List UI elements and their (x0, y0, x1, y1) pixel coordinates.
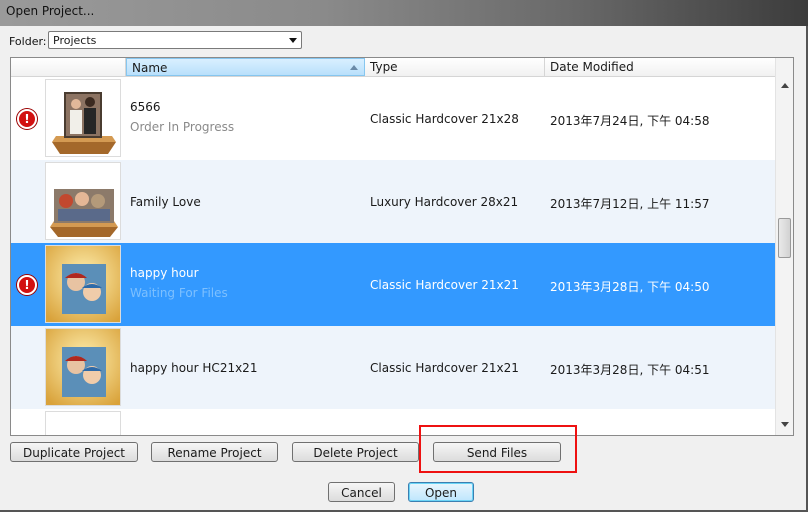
window-title: Open Project... (6, 4, 95, 18)
list-header: Name Type Date Modified (11, 58, 777, 77)
column-type-label: Type (370, 60, 398, 74)
sort-ascending-icon (350, 65, 358, 70)
project-type: Classic Hardcover 21x21 (370, 278, 519, 292)
project-type: Classic Hardcover 21x28 (370, 112, 519, 126)
project-name: 6566 (130, 100, 161, 114)
vertical-scrollbar[interactable] (775, 58, 793, 435)
project-name: Family Love (130, 195, 201, 209)
open-button[interactable]: Open (408, 482, 474, 502)
table-row[interactable]: ! 6566 Order In Progress Classic Hardcov… (11, 77, 777, 160)
project-date: 2013年3月28日, 下午 04:50 (550, 280, 710, 294)
table-row-selected[interactable]: ! happy hour Waiting For Files Classic H… (11, 243, 777, 326)
column-type[interactable]: Type (365, 58, 545, 76)
column-name-label: Name (132, 61, 168, 75)
table-row[interactable] (11, 409, 777, 435)
project-status: Order In Progress (130, 120, 235, 134)
project-thumbnail (45, 245, 121, 323)
project-date: 2013年7月24日, 下午 04:58 (550, 114, 710, 128)
delete-project-button[interactable]: Delete Project (292, 442, 419, 462)
project-name: happy hour (130, 266, 199, 280)
column-date[interactable]: Date Modified (545, 58, 777, 76)
project-list[interactable]: Name Type Date Modified ! 6566 Order In … (10, 57, 794, 436)
project-thumbnail (45, 411, 121, 435)
table-row[interactable]: happy hour HC21x21 Classic Hardcover 21x… (11, 326, 777, 409)
scroll-thumb[interactable] (778, 218, 791, 258)
table-row[interactable]: Family Love Luxury Hardcover 28x21 2013年… (11, 160, 777, 243)
folder-label: Folder: (9, 35, 47, 48)
warning-icon: ! (17, 275, 37, 295)
project-date: 2013年7月12日, 上午 11:57 (550, 197, 710, 211)
scroll-down-icon[interactable] (781, 422, 789, 427)
duplicate-project-button[interactable]: Duplicate Project (10, 442, 138, 462)
chevron-down-icon[interactable] (289, 38, 297, 43)
title-bar: Open Project... (0, 0, 808, 26)
column-name[interactable]: Name (126, 58, 365, 76)
project-status: Waiting For Files (130, 286, 228, 300)
warning-icon: ! (17, 109, 37, 129)
project-name: happy hour HC21x21 (130, 361, 258, 375)
annotation-highlight-box (419, 425, 577, 473)
column-date-label: Date Modified (550, 60, 634, 74)
column-thumb[interactable] (11, 58, 126, 76)
rename-project-button[interactable]: Rename Project (151, 442, 278, 462)
project-type: Classic Hardcover 21x21 (370, 361, 519, 375)
project-type: Luxury Hardcover 28x21 (370, 195, 519, 209)
scroll-up-icon[interactable] (781, 83, 789, 88)
cancel-button[interactable]: Cancel (328, 482, 395, 502)
folder-selected-value: Projects (53, 34, 97, 47)
project-thumbnail (45, 328, 121, 406)
project-thumbnail (45, 79, 121, 157)
project-date: 2013年3月28日, 下午 04:51 (550, 363, 710, 377)
folder-dropdown[interactable]: Projects (48, 31, 302, 49)
project-thumbnail (45, 162, 121, 240)
